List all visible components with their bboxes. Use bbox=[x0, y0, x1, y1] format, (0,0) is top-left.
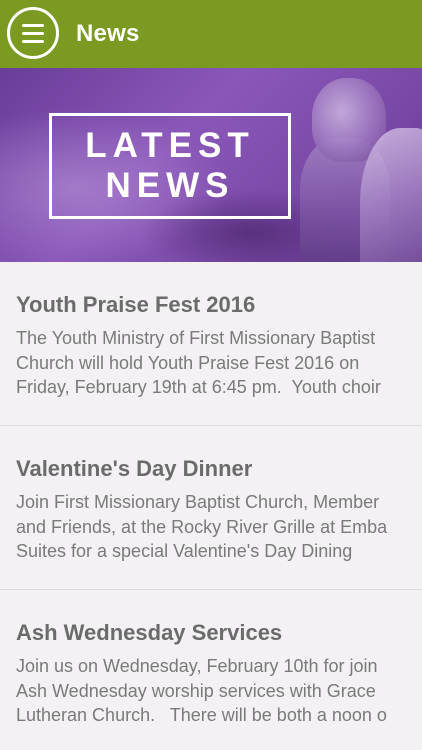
news-excerpt: The Youth Ministry of First Missionary B… bbox=[16, 326, 422, 400]
excerpt-line: Friday, February 19th at 6:45 pm. Youth … bbox=[16, 377, 381, 397]
excerpt-line: Suites for a special Valentine's Day Din… bbox=[16, 541, 353, 561]
news-title: Youth Praise Fest 2016 bbox=[16, 292, 256, 317]
excerpt-line: and Friends, at the Rocky River Grille a… bbox=[16, 516, 388, 537]
banner-title-line1: LATEST bbox=[85, 126, 255, 165]
app-bar: News bbox=[0, 0, 422, 68]
menu-bar-line bbox=[22, 23, 44, 27]
menu-bar-line bbox=[22, 39, 44, 43]
excerpt-line: Join us on Wednesday, February 10th for … bbox=[16, 656, 378, 676]
hamburger-menu-icon[interactable] bbox=[7, 7, 59, 59]
news-excerpt: Join First Missionary Baptist Church, Me… bbox=[16, 490, 422, 564]
menu-bar-line bbox=[22, 31, 44, 35]
excerpt-line: Church will hold Youth Praise Fest 2016 … bbox=[16, 352, 360, 373]
news-title: Ash Wednesday Services bbox=[16, 620, 283, 645]
latest-news-banner: LATEST NEWS bbox=[0, 68, 422, 262]
news-item[interactable]: Valentine's Day Dinner Join First Missio… bbox=[0, 426, 422, 590]
news-list: Youth Praise Fest 2016 The Youth Ministr… bbox=[0, 262, 422, 750]
news-excerpt: Join us on Wednesday, February 10th for … bbox=[16, 654, 422, 728]
excerpt-line: Ash Wednesday worship services with Grac… bbox=[16, 680, 376, 701]
news-screen: News LATEST NEWS Youth Praise Fest 2016 … bbox=[0, 0, 422, 750]
news-title: Valentine's Day Dinner bbox=[16, 456, 253, 481]
excerpt-line: Lutheran Church. There will be both a no… bbox=[16, 705, 387, 725]
excerpt-line: The Youth Ministry of First Missionary B… bbox=[16, 328, 376, 348]
banner-frame: LATEST NEWS bbox=[49, 113, 291, 219]
banner-title-line2: NEWS bbox=[105, 166, 235, 205]
news-item[interactable]: Youth Praise Fest 2016 The Youth Ministr… bbox=[0, 262, 422, 426]
news-item[interactable]: Ash Wednesday Services Join us on Wednes… bbox=[0, 590, 422, 750]
excerpt-line: Join First Missionary Baptist Church, Me… bbox=[16, 492, 380, 512]
page-title: News bbox=[76, 20, 140, 47]
